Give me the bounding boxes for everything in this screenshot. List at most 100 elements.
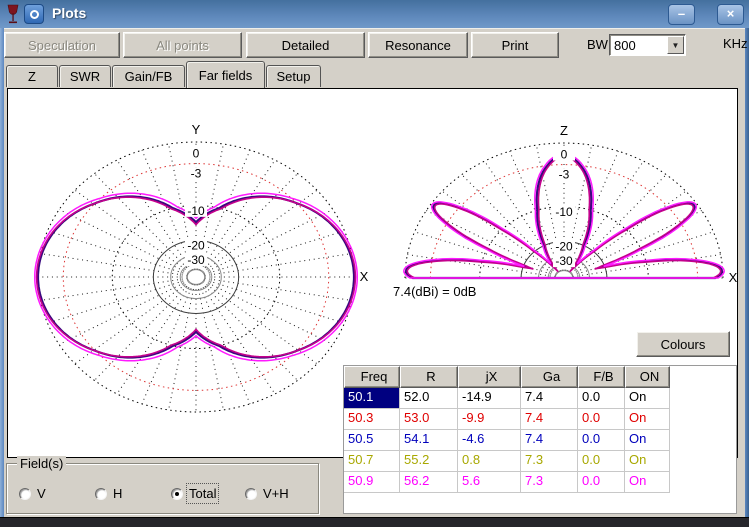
grid-spoke xyxy=(572,232,713,276)
r-cell[interactable]: 56.2 xyxy=(400,472,458,493)
grid-spoke xyxy=(94,283,190,381)
radio-v-label: V xyxy=(37,486,46,501)
r-cell[interactable]: 53.0 xyxy=(400,409,458,430)
freq-cell[interactable]: 50.9 xyxy=(344,472,400,493)
grid-spoke xyxy=(59,210,188,274)
freq-cell[interactable]: 50.7 xyxy=(344,451,400,472)
tab-gain-fb[interactable]: Gain/FB xyxy=(112,65,185,87)
fb-cell[interactable]: 0.0 xyxy=(578,430,625,451)
grid-spoke xyxy=(59,281,188,345)
col-header-freq[interactable]: Freq xyxy=(344,366,400,388)
tab-swr[interactable]: SWR xyxy=(59,65,111,87)
fb-cell[interactable]: 0.0 xyxy=(578,451,625,472)
frequency-table: Freq R jX Ga F/B ON 50.1 52.0 -14.9 7.4 … xyxy=(343,365,737,514)
horizontal-axis-label: X xyxy=(729,270,738,285)
radio-v[interactable]: V xyxy=(19,486,46,501)
db-ring xyxy=(112,205,279,348)
col-header-jx[interactable]: jX xyxy=(458,366,521,388)
ga-cell[interactable]: 7.3 xyxy=(521,451,578,472)
grid-spoke xyxy=(205,278,352,300)
center-ring xyxy=(180,264,212,291)
fb-cell[interactable]: 0.0 xyxy=(578,409,625,430)
db-ring-label: -10 xyxy=(187,204,205,218)
col-header-ga[interactable]: Ga xyxy=(521,366,578,388)
grid-spoke xyxy=(48,280,188,324)
col-header-fb[interactable]: F/B xyxy=(578,366,625,388)
colours-button[interactable]: Colours xyxy=(636,331,730,357)
grid-spoke xyxy=(573,255,721,277)
all-points-button[interactable]: All points xyxy=(123,32,242,58)
tab-setup[interactable]: Setup xyxy=(266,65,321,87)
jx-cell[interactable]: -4.6 xyxy=(458,430,521,451)
grid-spoke xyxy=(203,282,317,364)
col-header-r[interactable]: R xyxy=(400,366,458,388)
jx-cell[interactable]: 0.8 xyxy=(458,451,521,472)
table-header-row: Freq R jX Ga F/B ON xyxy=(344,366,736,388)
jx-cell[interactable]: -14.9 xyxy=(458,388,521,409)
grid-spoke xyxy=(40,254,187,276)
fields-group-label: Field(s) xyxy=(17,456,66,471)
on-cell[interactable]: On xyxy=(625,388,670,409)
radio-h-label: H xyxy=(113,486,122,501)
radio-circle[interactable] xyxy=(19,488,31,500)
on-cell[interactable]: On xyxy=(625,451,670,472)
center-ring xyxy=(187,270,204,285)
gain-reference-caption: 7.4(dBi) = 0dB xyxy=(393,284,476,299)
db-ring-label: -30 xyxy=(555,254,573,268)
fb-cell[interactable]: 0.0 xyxy=(578,388,625,409)
table-row: 50.5 54.1 -4.6 7.4 0.0 On xyxy=(344,430,736,451)
r-cell[interactable]: 52.0 xyxy=(400,388,458,409)
freq-cell[interactable]: 50.1 xyxy=(344,388,400,409)
db-ring-label: -3 xyxy=(191,167,202,181)
grid-spoke xyxy=(200,160,275,270)
vertical-axis-label: Y xyxy=(192,122,201,137)
on-cell[interactable]: On xyxy=(625,409,670,430)
tab-far-fields[interactable]: Far fields xyxy=(186,61,265,88)
close-button[interactable]: × xyxy=(717,4,744,25)
bw-combobox[interactable]: 800 ▼ xyxy=(609,34,686,56)
fb-cell[interactable]: 0.0 xyxy=(578,472,625,493)
jx-cell[interactable]: 5.6 xyxy=(458,472,521,493)
r-cell[interactable]: 55.2 xyxy=(400,451,458,472)
table-row: 50.7 55.2 0.8 7.3 0.0 On xyxy=(344,451,736,472)
minimize-button[interactable]: – xyxy=(668,4,695,25)
on-cell[interactable]: On xyxy=(625,472,670,493)
radio-v-plus-h[interactable]: V+H xyxy=(245,486,289,501)
bw-value: 800 xyxy=(614,38,636,53)
ga-cell[interactable]: 7.3 xyxy=(521,472,578,493)
ga-cell[interactable]: 7.4 xyxy=(521,430,578,451)
col-header-on[interactable]: ON xyxy=(625,366,670,388)
speculation-button[interactable]: Speculation xyxy=(4,32,120,58)
radio-circle-selected[interactable] xyxy=(171,488,183,500)
freq-cell[interactable]: 50.5 xyxy=(344,430,400,451)
grid-spoke xyxy=(48,231,188,275)
toolbar: Speculation All points Detailed Resonanc… xyxy=(4,28,745,60)
r-cell[interactable]: 54.1 xyxy=(400,430,458,451)
jx-cell[interactable]: -9.9 xyxy=(458,409,521,430)
ga-cell[interactable]: 7.4 xyxy=(521,388,578,409)
radio-circle[interactable] xyxy=(245,488,257,500)
title-bar: Plots – × xyxy=(0,0,749,28)
on-cell[interactable]: On xyxy=(625,430,670,451)
chevron-down-icon[interactable]: ▼ xyxy=(667,36,684,54)
khz-label: KHz xyxy=(723,36,748,51)
app-icon-glyph xyxy=(30,10,39,19)
radio-total-label: Total xyxy=(189,486,216,501)
print-button[interactable]: Print xyxy=(471,32,559,58)
app-icon[interactable] xyxy=(24,4,44,24)
pattern-curve xyxy=(35,193,357,361)
ga-cell[interactable]: 7.4 xyxy=(521,409,578,430)
radio-h[interactable]: H xyxy=(95,486,122,501)
resonance-button[interactable]: Resonance xyxy=(368,32,468,58)
tab-z[interactable]: Z xyxy=(6,65,58,87)
window-right-border xyxy=(745,28,749,520)
tab-bar: Z SWR Gain/FB Far fields Setup xyxy=(4,60,745,88)
freq-cell[interactable]: 50.3 xyxy=(344,409,400,430)
radio-total[interactable]: Total xyxy=(171,486,216,501)
plots-window: Plots – × Speculation All points Detaile… xyxy=(0,0,749,527)
detailed-button[interactable]: Detailed xyxy=(246,32,365,58)
radio-circle[interactable] xyxy=(95,488,107,500)
elevation-polar-plot: 0-3-10-20-30ZX xyxy=(396,119,741,287)
radio-vh-label: V+H xyxy=(263,486,289,501)
window-title: Plots xyxy=(52,5,86,21)
